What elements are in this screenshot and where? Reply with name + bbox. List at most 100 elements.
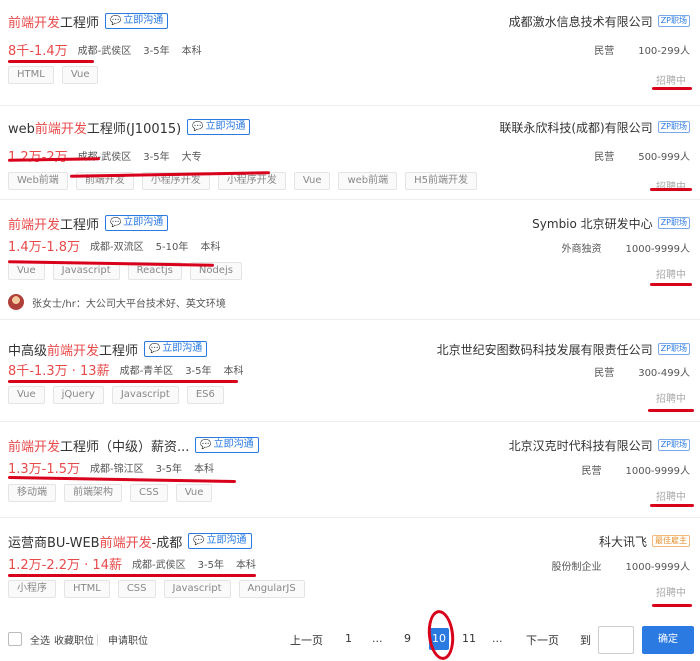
job-tag: CSS xyxy=(130,484,168,502)
chat-now-button[interactable]: 💬 立即沟通 xyxy=(187,119,251,135)
job-tags: 移动端 前端架构 CSS Vue xyxy=(8,484,220,502)
company-row[interactable]: 北京汉克时代科技有限公司 ZP职场 xyxy=(509,436,690,454)
hiring-status: 招聘中 xyxy=(656,394,686,405)
company-row[interactable]: Symbio 北京研发中心 ZP职场 xyxy=(532,214,690,232)
company-name[interactable]: 联联永欣科技(成都)有限公司 xyxy=(499,119,652,136)
company-row[interactable]: 北京世纪安图数码科技发展有限责任公司 ZP职场 xyxy=(437,340,690,358)
salary: 8千-1.3万 · 13薪 xyxy=(8,363,110,379)
job-title[interactable]: 前端开发工程师 xyxy=(8,214,99,233)
company-size: 1000-9999人 xyxy=(625,562,690,573)
job-tag: AngularJS xyxy=(238,580,305,598)
job-card[interactable]: web前端开发工程师(J10015) 💬 立即沟通 1.2万-2万 成都-武侯区 … xyxy=(0,106,700,200)
hiring-status: 招聘中 xyxy=(656,492,686,503)
job-title-row[interactable]: 前端开发工程师 💬 立即沟通 xyxy=(8,12,169,31)
job-title[interactable]: 中高级前端开发工程师 xyxy=(8,340,138,359)
job-salary-row: 8千-1.4万 成都-武侯区 3-5年 本科 xyxy=(8,40,214,59)
job-title[interactable]: web前端开发工程师(J10015) xyxy=(8,118,181,137)
job-tag: Vue xyxy=(8,386,45,404)
company-name[interactable]: 北京汉克时代科技有限公司 xyxy=(509,437,653,454)
location: 成都-武侯区 xyxy=(77,45,132,57)
company-name[interactable]: Symbio 北京研发中心 xyxy=(532,215,653,232)
company-badge: ZP职场 xyxy=(657,343,690,355)
education: 本科 xyxy=(194,463,214,475)
goto-label: 到 xyxy=(580,634,591,647)
job-tag: Web前端 xyxy=(8,172,68,190)
chat-now-button[interactable]: 💬 立即沟通 xyxy=(105,13,169,29)
annotation-underline xyxy=(8,60,94,63)
experience: 5-10年 xyxy=(155,241,189,253)
chat-now-button[interactable]: 💬 立即沟通 xyxy=(144,341,208,357)
favorite-jobs-button[interactable]: 收藏职位 xyxy=(54,632,94,647)
company-type: 股份制企业 xyxy=(551,562,602,573)
job-title-row[interactable]: 中高级前端开发工程师 💬 立即沟通 xyxy=(8,340,208,359)
job-title-row[interactable]: 前端开发工程师（中级）薪资... 💬 立即沟通 xyxy=(8,436,259,455)
job-card[interactable]: 前端开发工程师（中级）薪资... 💬 立即沟通 1.3万-1.5万 成都-锦江区 … xyxy=(0,422,700,518)
hiring-status: 招聘中 xyxy=(656,270,686,281)
job-title[interactable]: 前端开发工程师 xyxy=(8,12,99,31)
company-info: 民营 100-299人 xyxy=(570,42,690,57)
salary: 8千-1.4万 xyxy=(8,43,68,59)
recruiter-text: 张女士/hr：大公司大平台技术好、英文环境 xyxy=(32,298,226,310)
job-tag: Vue xyxy=(293,172,331,190)
page-9[interactable]: 9 xyxy=(404,632,411,645)
annotation-underline xyxy=(8,574,256,577)
education: 本科 xyxy=(181,45,202,57)
chat-bubble-icon: 💬 xyxy=(193,536,205,546)
select-all-checkbox[interactable] xyxy=(8,632,22,646)
company-name[interactable]: 成都激水信息技术有限公司 xyxy=(509,13,653,30)
job-salary-row: 1.2万-2.2万 · 14薪 成都-武侯区 3-5年 本科 xyxy=(8,554,268,573)
chat-bubble-icon: 💬 xyxy=(110,218,122,228)
page-1[interactable]: 1 xyxy=(345,632,352,645)
hiring-status: 招聘中 xyxy=(656,588,686,599)
job-title-row[interactable]: 前端开发工程师 💬 立即沟通 xyxy=(8,214,169,233)
job-tag: HTML xyxy=(8,66,54,84)
chat-bubble-icon: 💬 xyxy=(192,122,204,132)
job-card[interactable]: 中高级前端开发工程师 💬 立即沟通 8千-1.3万 · 13薪 成都-青羊区 3-… xyxy=(0,328,700,422)
page-11[interactable]: 11 xyxy=(462,632,476,645)
job-tag: jQuery xyxy=(52,386,104,404)
chat-now-button[interactable]: 💬 立即沟通 xyxy=(195,437,259,453)
location: 成都-双流区 xyxy=(90,241,144,253)
company-info: 民营 1000-9999人 xyxy=(557,462,690,477)
job-salary-row: 1.3万-1.5万 成都-锦江区 3-5年 本科 xyxy=(8,458,226,477)
company-badge: ZP职场 xyxy=(657,121,690,133)
chat-now-button[interactable]: 💬 立即沟通 xyxy=(188,533,252,549)
company-type: 民营 xyxy=(594,46,615,57)
job-title[interactable]: 前端开发工程师（中级）薪资... xyxy=(8,436,189,455)
next-page-button[interactable]: 下一页 xyxy=(526,632,559,648)
apply-jobs-button[interactable]: 申请职位 xyxy=(108,632,148,647)
company-badge: ZP职场 xyxy=(657,439,690,451)
company-row[interactable]: 联联永欣科技(成都)有限公司 ZP职场 xyxy=(499,118,690,136)
job-card[interactable]: 前端开发工程师 💬 立即沟通 8千-1.4万 成都-武侯区 3-5年 本科 HTM… xyxy=(0,0,700,106)
page-ellipsis: ... xyxy=(372,632,383,645)
company-row[interactable]: 科大讯飞 最佳雇主 xyxy=(599,532,690,550)
company-name[interactable]: 北京世纪安图数码科技发展有限责任公司 xyxy=(437,341,653,358)
company-row[interactable]: 成都激水信息技术有限公司 ZP职场 xyxy=(509,12,690,30)
job-title-row[interactable]: 运营商BU-WEB前端开发-成都 💬 立即沟通 xyxy=(8,532,252,551)
job-tag: HTML xyxy=(64,580,110,598)
experience: 3-5年 xyxy=(143,45,170,57)
annotation-underline xyxy=(650,283,692,286)
job-tags: Vue jQuery Javascript ES6 xyxy=(8,386,232,404)
education: 本科 xyxy=(235,559,256,571)
annotation-underline xyxy=(652,604,692,607)
prev-page-button[interactable]: 上一页 xyxy=(290,632,323,648)
job-tag: CSS xyxy=(117,580,156,598)
annotation-underline xyxy=(648,409,694,412)
job-card[interactable]: 运营商BU-WEB前端开发-成都 💬 立即沟通 1.2万-2.2万 · 14薪 成… xyxy=(0,518,700,614)
company-name[interactable]: 科大讯飞 xyxy=(599,533,647,550)
salary: 1.4万-1.8万 xyxy=(8,239,81,255)
recruiter-line[interactable]: 张女士/hr：大公司大平台技术好、英文环境 xyxy=(8,294,226,310)
company-type: 民营 xyxy=(581,466,602,477)
job-title[interactable]: 运营商BU-WEB前端开发-成都 xyxy=(8,532,182,551)
chat-now-button[interactable]: 💬 立即沟通 xyxy=(105,215,169,231)
job-tag: 小程序 xyxy=(8,580,56,598)
job-title-row[interactable]: web前端开发工程师(J10015) 💬 立即沟通 xyxy=(8,118,251,137)
education: 本科 xyxy=(223,365,244,377)
confirm-button[interactable]: 确定 xyxy=(642,626,694,654)
experience: 3-5年 xyxy=(197,559,224,571)
company-type: 民营 xyxy=(594,368,615,379)
experience: 3-5年 xyxy=(143,151,170,163)
goto-page-input[interactable] xyxy=(598,626,634,654)
select-all-label[interactable]: 全选 xyxy=(30,632,50,647)
